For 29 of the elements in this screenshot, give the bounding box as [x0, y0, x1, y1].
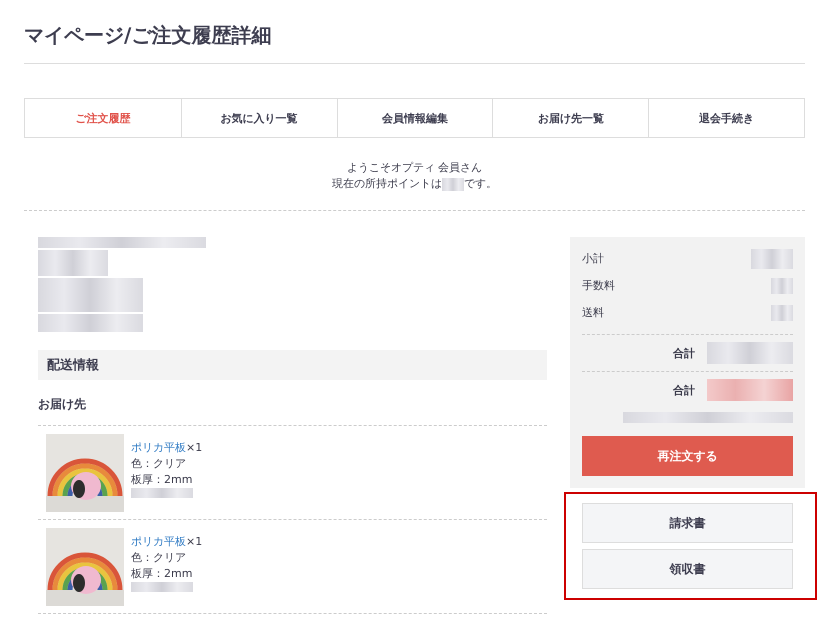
- redacted-value: [442, 178, 464, 190]
- total-label: 合計: [673, 346, 695, 360]
- color-text: 色：クリア: [131, 456, 187, 472]
- section-heading: 配送情報: [38, 350, 547, 380]
- product-link[interactable]: ポリカ平板: [131, 534, 186, 550]
- thickness-text: 板厚：2mm: [131, 566, 194, 582]
- redacted-text: [38, 250, 108, 276]
- product-link[interactable]: ポリカ平板: [131, 440, 186, 456]
- summary-label: 小計: [582, 251, 604, 266]
- thickness-text: 板厚：2mm: [131, 472, 194, 488]
- redacted-text: [131, 582, 193, 592]
- welcome-text: ようこそオプティ 会員さん: [346, 160, 482, 176]
- reorder-button[interactable]: 再注文する: [582, 436, 793, 476]
- points-suffix: です。: [464, 176, 497, 192]
- summary-label: 送料: [582, 305, 604, 320]
- total-label: 合計: [673, 382, 695, 398]
- redacted-text: [131, 488, 193, 498]
- quantity-text: ×1: [186, 440, 202, 456]
- document-button[interactable]: 領収書: [582, 549, 793, 589]
- subsection-heading: お届け先: [38, 396, 547, 426]
- summary-label: 手数料: [582, 278, 615, 293]
- redacted-value: [751, 248, 793, 268]
- redacted-value: [771, 278, 793, 294]
- page-title: マイページ/ご注文履歴詳細: [24, 18, 805, 64]
- points-label: 現在の所持ポイントは: [332, 176, 442, 192]
- document-button[interactable]: 請求書: [582, 503, 793, 543]
- color-text: 色：クリア: [131, 550, 187, 566]
- quantity-text: ×1: [186, 534, 202, 550]
- redacted-value: [771, 304, 793, 320]
